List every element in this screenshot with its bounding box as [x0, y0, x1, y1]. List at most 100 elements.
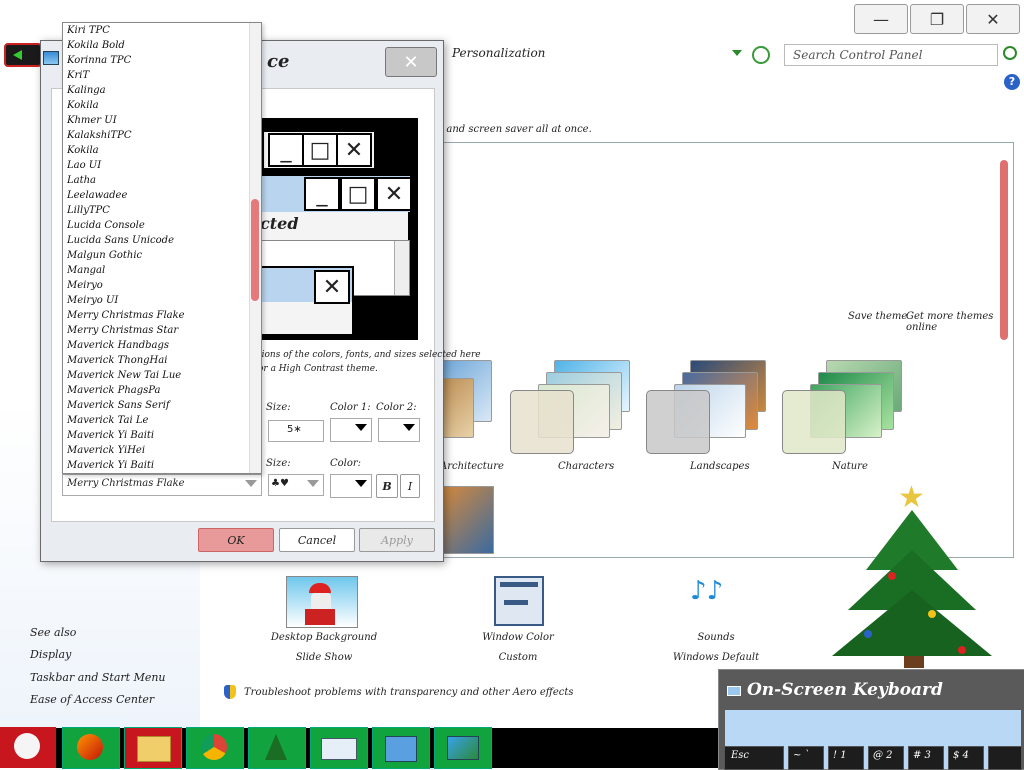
- font-list-item[interactable]: Maverick Yi Baiti: [67, 458, 261, 473]
- theme-nature[interactable]: [782, 358, 912, 454]
- dropdown-arrow-icon: [355, 424, 367, 431]
- font-list-item[interactable]: Maverick Tai Le: [67, 413, 261, 428]
- font-list-item[interactable]: Kalinga: [67, 83, 261, 98]
- key-tilde[interactable]: ~ `: [788, 746, 824, 770]
- taskbar-chrome[interactable]: [186, 727, 244, 769]
- font-list-item[interactable]: Maverick PhagsPa: [67, 383, 261, 398]
- taskbar-keyboard[interactable]: [310, 727, 368, 769]
- item-color1-label: Color 1:: [330, 402, 371, 413]
- font-list-item[interactable]: Meiryo UI: [67, 293, 261, 308]
- font-list-item[interactable]: Maverick Handbags: [67, 338, 261, 353]
- font-list-item[interactable]: Lao UI: [67, 158, 261, 173]
- font-list-item[interactable]: Maverick Sans Serif: [67, 398, 261, 413]
- taskbar-display[interactable]: [434, 727, 492, 769]
- item-color2-label: Color 2:: [376, 402, 417, 413]
- font-list-item[interactable]: Maverick ThongHai: [67, 353, 261, 368]
- font-list-item[interactable]: LillyTPC: [67, 203, 261, 218]
- desktop-background-title[interactable]: Desktop Background: [264, 632, 384, 643]
- search-icon[interactable]: [1003, 46, 1017, 60]
- font-list-item[interactable]: Lucida Console: [67, 218, 261, 233]
- window-color-title[interactable]: Window Color: [460, 632, 576, 643]
- sounds-title[interactable]: Sounds: [656, 632, 776, 643]
- theme-label: Characters: [558, 461, 615, 472]
- item-size-spinner[interactable]: 5∗: [268, 420, 324, 442]
- taskbar-firefox[interactable]: [62, 727, 120, 769]
- tree-app-icon: [265, 734, 287, 760]
- sounds-icon[interactable]: ♪♪: [690, 576, 740, 622]
- close-window-button[interactable]: ✕: [966, 4, 1020, 34]
- restore-button[interactable]: ❐: [910, 4, 964, 34]
- back-button[interactable]: [4, 43, 42, 67]
- theme-characters[interactable]: [510, 358, 640, 454]
- item-color2-picker[interactable]: [378, 418, 420, 442]
- taskbar-explorer[interactable]: [124, 727, 182, 769]
- font-combobox[interactable]: Merry Christmas Flake: [62, 474, 262, 496]
- bold-button[interactable]: B: [376, 474, 398, 498]
- font-list-item[interactable]: Kokila Bold: [67, 38, 261, 53]
- apply-button[interactable]: Apply: [359, 528, 435, 552]
- tree-trunk-icon: [904, 656, 924, 668]
- italic-button[interactable]: I: [400, 474, 420, 498]
- ornament-icon: [888, 572, 896, 580]
- font-size-combo[interactable]: ♣♥: [268, 474, 324, 496]
- font-list-item[interactable]: Khmer UI: [67, 113, 261, 128]
- font-list-scroll-thumb[interactable]: [251, 199, 259, 301]
- history-dropdown-icon[interactable]: [732, 50, 742, 56]
- theme-landscapes[interactable]: [646, 358, 776, 454]
- preview-selected-text: cted: [260, 214, 299, 233]
- key-esc[interactable]: Esc: [724, 746, 784, 770]
- font-list-item[interactable]: Kokila: [67, 143, 261, 158]
- font-list-item[interactable]: Merry Christmas Star: [67, 323, 261, 338]
- more-themes-link[interactable]: Get more themes online: [906, 311, 1024, 333]
- troubleshoot-link[interactable]: Troubleshoot problems with transparency …: [244, 687, 574, 698]
- key-3[interactable]: # 3: [908, 746, 944, 770]
- font-list-item[interactable]: Latha: [67, 173, 261, 188]
- key-4[interactable]: $ 4: [948, 746, 984, 770]
- osk-title: On-Screen Keyboard: [747, 680, 943, 700]
- font-list-scrollbar[interactable]: [249, 23, 261, 473]
- link-taskbar[interactable]: Taskbar and Start Menu: [30, 671, 166, 684]
- desktop-background-icon[interactable]: [286, 576, 358, 628]
- taskbar-tree[interactable]: [248, 727, 306, 769]
- minimize-button[interactable]: —: [854, 4, 908, 34]
- ok-button[interactable]: OK: [198, 528, 274, 552]
- font-list-item[interactable]: Kokila: [67, 98, 261, 113]
- font-list-item[interactable]: Merry Christmas Flake: [67, 308, 261, 323]
- dropdown-arrow-icon: [307, 480, 319, 487]
- font-list-item[interactable]: Korinna TPC: [67, 53, 261, 68]
- key-5[interactable]: [988, 746, 1022, 770]
- taskbar-control-panel[interactable]: [372, 727, 430, 769]
- item-color1-picker[interactable]: [330, 418, 372, 442]
- save-theme-link[interactable]: Save theme: [848, 311, 907, 322]
- font-list-item[interactable]: Maverick YiHei: [67, 443, 261, 458]
- link-display[interactable]: Display: [30, 648, 71, 661]
- help-icon[interactable]: ?: [1004, 74, 1020, 90]
- font-list-item[interactable]: Maverick Yi Baiti: [67, 428, 261, 443]
- search-input[interactable]: Search Control Panel: [784, 44, 998, 66]
- key-2[interactable]: @ 2: [868, 746, 904, 770]
- key-1[interactable]: ! 1: [828, 746, 864, 770]
- theme-selection-box: [646, 390, 710, 454]
- item-size-value: 5∗: [287, 424, 302, 435]
- theme-partial[interactable]: [438, 486, 494, 554]
- dialog-close-button[interactable]: ✕: [385, 47, 437, 77]
- font-list-item[interactable]: Lucida Sans Unicode: [67, 233, 261, 248]
- font-list-item[interactable]: Kiri TPC: [67, 23, 261, 38]
- font-list-item[interactable]: Leelawadee: [67, 188, 261, 203]
- keyboard-app-icon: [321, 738, 357, 760]
- link-ease-of-access[interactable]: Ease of Access Center: [30, 693, 154, 706]
- font-list-item[interactable]: KriT: [67, 68, 261, 83]
- desktop-background-subtitle: Slide Show: [295, 652, 353, 663]
- font-dropdown-list[interactable]: Kiri TPC Kokila Bold Korinna TPC KriT Kaling…: [62, 22, 262, 474]
- font-list-item[interactable]: Maverick New Tai Lue: [67, 368, 261, 383]
- refresh-icon[interactable]: [752, 46, 770, 64]
- font-list-item[interactable]: Mangal: [67, 263, 261, 278]
- sounds-subtitle: Windows Default: [672, 652, 760, 663]
- font-list-item[interactable]: Malgun Gothic: [67, 248, 261, 263]
- font-color-picker[interactable]: [330, 474, 372, 498]
- font-list-item[interactable]: Meiryo: [67, 278, 261, 293]
- font-list-item[interactable]: KalakshiTPC: [67, 128, 261, 143]
- window-color-icon[interactable]: [494, 576, 544, 626]
- cancel-button[interactable]: Cancel: [279, 528, 355, 552]
- start-button[interactable]: [0, 727, 56, 768]
